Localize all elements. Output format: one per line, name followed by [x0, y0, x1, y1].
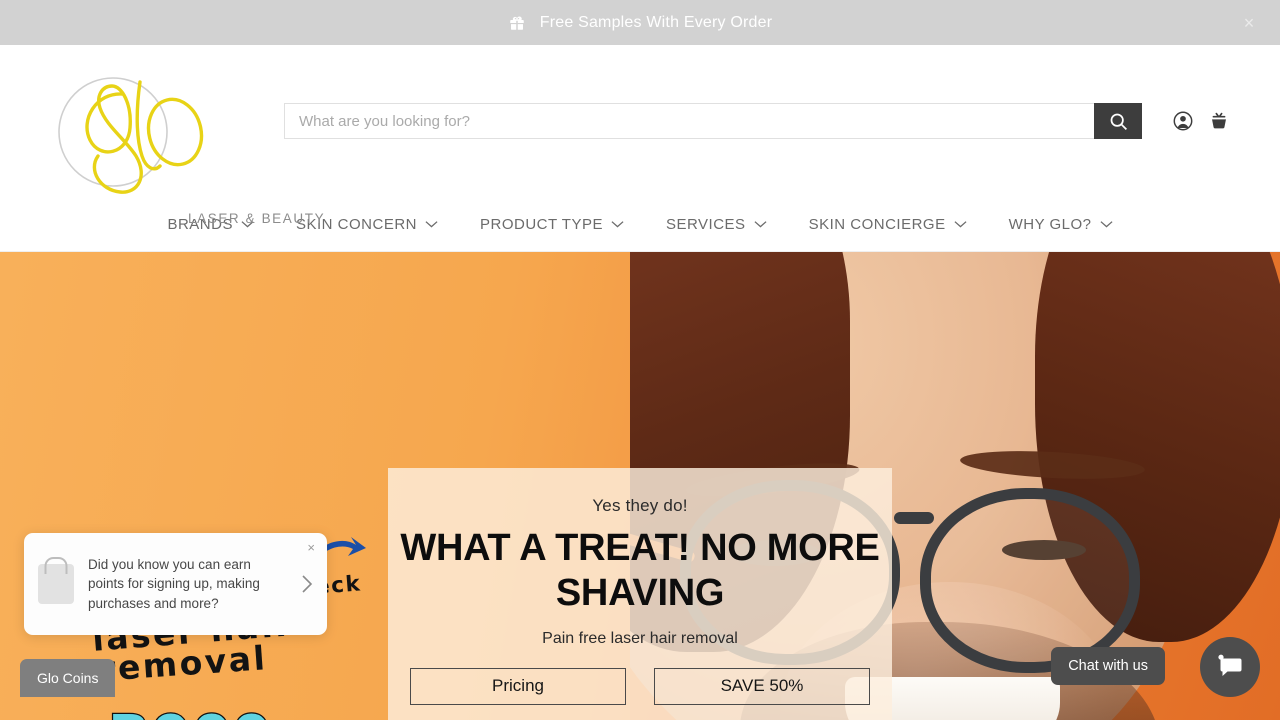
promo-eyebrow: Yes they do!: [592, 496, 688, 515]
nav-label: SERVICES: [665, 215, 746, 233]
chevron-down-icon: [754, 221, 767, 228]
promo-title: WHAT A TREAT! NO MORE SHAVING: [400, 527, 880, 614]
promo-button-group: Pricing SAVE 50%: [388, 667, 892, 705]
logo-tagline: LASER & BEAUTY: [188, 211, 326, 226]
shopping-bag-icon: [38, 564, 74, 604]
search-icon: [1110, 113, 1127, 130]
chevron-down-icon: [425, 221, 438, 228]
chevron-down-icon: [611, 221, 624, 228]
site-logo[interactable]: LASER & BEAUTY: [50, 56, 324, 226]
nav-item-services[interactable]: SERVICES: [645, 216, 788, 233]
loyalty-popup[interactable]: × Did you know you can earn points for s…: [24, 533, 327, 635]
announcement-text: Free Samples With Every Order: [539, 13, 773, 31]
announcement-bar: Free Samples With Every Order ×: [0, 0, 1280, 45]
glo-coins-tab[interactable]: Glo Coins: [20, 659, 116, 697]
account-icon[interactable]: [1172, 110, 1194, 132]
loyalty-message: Did you know you can earn points for sig…: [88, 557, 260, 611]
chat-bubble-icon: [1218, 654, 1242, 676]
nav-label: WHY GLO?: [1008, 215, 1092, 233]
pricing-button[interactable]: Pricing: [410, 667, 626, 705]
chat-button[interactable]: [1200, 637, 1260, 697]
close-icon[interactable]: ×: [1238, 12, 1260, 34]
chat-label-pill[interactable]: Chat with us: [1051, 647, 1165, 685]
gift-icon: [508, 14, 526, 32]
nav-label: SKIN CONCIERGE: [808, 215, 946, 233]
search-button[interactable]: [1094, 103, 1142, 139]
chevron-down-icon: [954, 221, 967, 228]
nav-label: PRODUCT TYPE: [480, 215, 603, 233]
nav-item-why-glo[interactable]: WHY GLO?: [988, 216, 1134, 233]
basket-icon[interactable]: [1208, 110, 1230, 132]
nav-item-product-type[interactable]: PRODUCT TYPE: [459, 216, 645, 233]
search-input[interactable]: [284, 103, 1094, 139]
promo-subtitle: Pain free laser hair removal: [542, 629, 738, 647]
site-header: LASER & BEAUTY What are you looking for?…: [0, 45, 1280, 252]
header-top-row: LASER & BEAUTY: [0, 45, 1280, 226]
header-icon-group: [1172, 110, 1230, 132]
hero-price: R900: [107, 703, 273, 720]
save-50-button[interactable]: SAVE 50%: [654, 667, 870, 705]
chevron-down-icon: [1100, 221, 1113, 228]
nav-item-skin-concierge[interactable]: SKIN CONCIERGE: [788, 216, 988, 233]
search-bar: [284, 103, 1142, 139]
chevron-right-icon[interactable]: [301, 574, 313, 594]
close-icon[interactable]: ×: [307, 540, 315, 555]
promo-card: Yes they do! WHAT A TREAT! NO MORE SHAVI…: [388, 468, 892, 720]
hero-banner: full beard incl. neck laser hair removal…: [0, 252, 1280, 720]
